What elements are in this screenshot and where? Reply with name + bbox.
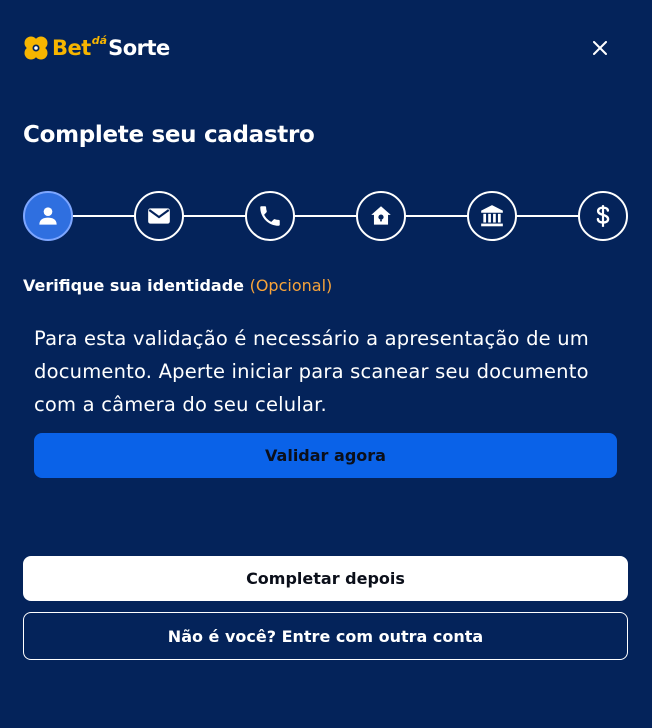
- user-icon: [39, 207, 57, 225]
- bank-icon: [481, 205, 503, 227]
- other-account-button[interactable]: Não é você? Entre com outra conta: [23, 612, 628, 660]
- logo-text-bet: Bet: [52, 36, 91, 60]
- step-email[interactable]: [134, 191, 184, 241]
- brand-logo: Bet dá Sorte: [22, 33, 170, 63]
- complete-later-button[interactable]: Completar depois: [23, 556, 628, 601]
- step-payment[interactable]: [578, 191, 628, 241]
- step-address[interactable]: [356, 191, 406, 241]
- home-icon: [371, 206, 391, 225]
- section-label: Verifique sua identidade: [23, 276, 245, 295]
- section-heading: Verifique sua identidade (Opcional): [23, 276, 332, 295]
- validate-now-button[interactable]: Validar agora: [34, 433, 617, 478]
- page-title: Complete seu cadastro: [23, 122, 315, 148]
- logo-text-sorte: Sorte: [108, 36, 170, 60]
- mail-icon: [148, 208, 170, 224]
- phone-icon: [260, 206, 280, 226]
- close-button[interactable]: [585, 33, 615, 63]
- dollar-icon: [596, 205, 610, 227]
- logo-text-da: dá: [91, 33, 108, 47]
- validation-info-text: Para esta validação é necessário a apres…: [34, 327, 590, 416]
- optional-label: (Opcional): [249, 276, 333, 295]
- step-identity[interactable]: [23, 191, 73, 241]
- registration-stepper: [23, 191, 628, 241]
- clover-icon: [24, 36, 48, 60]
- stepper-line: [48, 215, 602, 217]
- step-bank[interactable]: [467, 191, 517, 241]
- step-phone[interactable]: [245, 191, 295, 241]
- close-icon: [593, 41, 607, 55]
